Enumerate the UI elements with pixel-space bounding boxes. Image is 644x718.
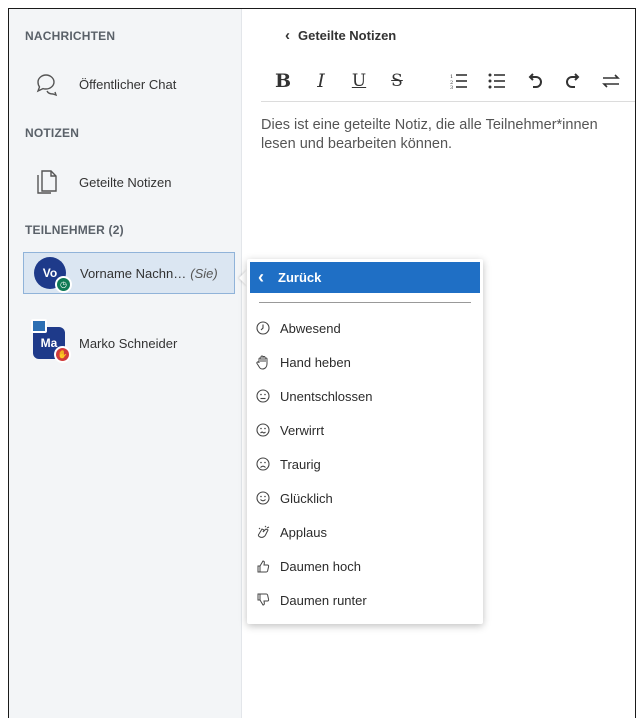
thumbs-down-icon: [255, 592, 271, 608]
presenter-icon: [31, 319, 47, 333]
status-happy[interactable]: Glücklich: [255, 484, 475, 512]
notes-section-title: NOTIZEN: [25, 126, 80, 140]
hand-icon: [255, 354, 271, 370]
shared-note-editor[interactable]: Dies ist eine geteilte Notiz, die alle T…: [261, 116, 631, 154]
strikethrough-button[interactable]: S: [385, 68, 409, 94]
confused-face-icon: [255, 422, 271, 438]
underline-button[interactable]: U: [347, 68, 371, 94]
menu-item-label: Verwirrt: [280, 422, 325, 438]
avatar-initials: Ma: [40, 336, 58, 350]
participant-self[interactable]: Vo ◷ Vorname Nachn… (Sie): [23, 252, 235, 294]
sad-face-icon: [255, 456, 271, 472]
status-undecided[interactable]: Unentschlossen: [255, 382, 475, 410]
menu-pointer: [239, 270, 247, 286]
status-thumbs-down[interactable]: Daumen runter: [255, 586, 475, 614]
neutral-face-icon: [255, 388, 271, 404]
menu-item-label: Applaus: [280, 524, 327, 540]
chevron-left-icon: ‹: [258, 267, 264, 287]
menu-item-label: Abwesend: [280, 320, 341, 336]
status-menu: ‹ Zurück Abwesend Hand heben Unentschlos…: [247, 259, 483, 624]
menu-divider: [259, 302, 471, 303]
chevron-left-icon: ‹: [285, 27, 290, 44]
clock-icon: [255, 320, 271, 336]
participant-name: Marko Schneider: [79, 335, 178, 351]
public-chat-label: Öffentlicher Chat: [79, 76, 177, 92]
back-to-notes-button[interactable]: ‹ Geteilte Notizen: [285, 27, 396, 44]
menu-item-label: Glücklich: [280, 490, 333, 506]
status-raise-hand[interactable]: Hand heben: [255, 348, 475, 376]
bullet-list-icon[interactable]: [485, 68, 509, 94]
menu-item-label: Daumen hoch: [280, 558, 361, 574]
messages-section-title: NACHRICHTEN: [25, 29, 116, 43]
italic-button[interactable]: I: [309, 68, 333, 94]
participant-marko[interactable]: Ma ✋ Marko Schneider: [23, 319, 235, 364]
redo-icon[interactable]: [561, 68, 585, 94]
ordered-list-icon[interactable]: 123: [447, 68, 471, 94]
status-sad[interactable]: Traurig: [255, 450, 475, 478]
editor-toolbar: B I U S 123: [271, 67, 635, 95]
avatar: Vo ◷: [34, 257, 72, 293]
menu-back-button[interactable]: ‹ Zurück: [250, 262, 480, 293]
avatar-initials: Vo: [42, 266, 58, 280]
participant-name: Vorname Nachn…: [80, 265, 187, 281]
status-thumbs-up[interactable]: Daumen hoch: [255, 552, 475, 580]
document-icon: [29, 164, 65, 200]
menu-item-label: Hand heben: [280, 354, 351, 370]
participants-section-title: TEILNEHMER (2): [25, 223, 124, 237]
menu-item-label: Unentschlossen: [280, 388, 373, 404]
sidebar: NACHRICHTEN Öffentlicher Chat NOTIZEN Ge…: [9, 9, 242, 718]
status-away[interactable]: Abwesend: [255, 314, 475, 342]
svg-text:3: 3: [450, 85, 453, 89]
shared-notes-item[interactable]: Geteilte Notizen: [17, 162, 239, 202]
status-applause[interactable]: Applaus: [255, 518, 475, 546]
avatar: Ma ✋: [31, 319, 71, 363]
away-status-icon: ◷: [55, 276, 72, 293]
panel-title: Geteilte Notizen: [298, 28, 397, 43]
applause-icon: [255, 524, 271, 540]
chat-icon: [29, 66, 65, 102]
status-confused[interactable]: Verwirrt: [255, 416, 475, 444]
toolbar-divider: [261, 101, 635, 102]
menu-item-label: Daumen runter: [280, 592, 367, 608]
public-chat-item[interactable]: Öffentlicher Chat: [17, 64, 239, 104]
text-direction-icon[interactable]: [599, 68, 623, 94]
menu-item-label: Traurig: [280, 456, 321, 472]
undo-icon[interactable]: [523, 68, 547, 94]
shared-notes-label: Geteilte Notizen: [79, 174, 172, 190]
bold-button[interactable]: B: [271, 68, 295, 94]
happy-face-icon: [255, 490, 271, 506]
menu-back-label: Zurück: [278, 270, 322, 285]
muted-status-icon: ✋: [54, 346, 71, 363]
thumbs-up-icon: [255, 558, 271, 574]
you-tag: (Sie): [190, 265, 218, 281]
